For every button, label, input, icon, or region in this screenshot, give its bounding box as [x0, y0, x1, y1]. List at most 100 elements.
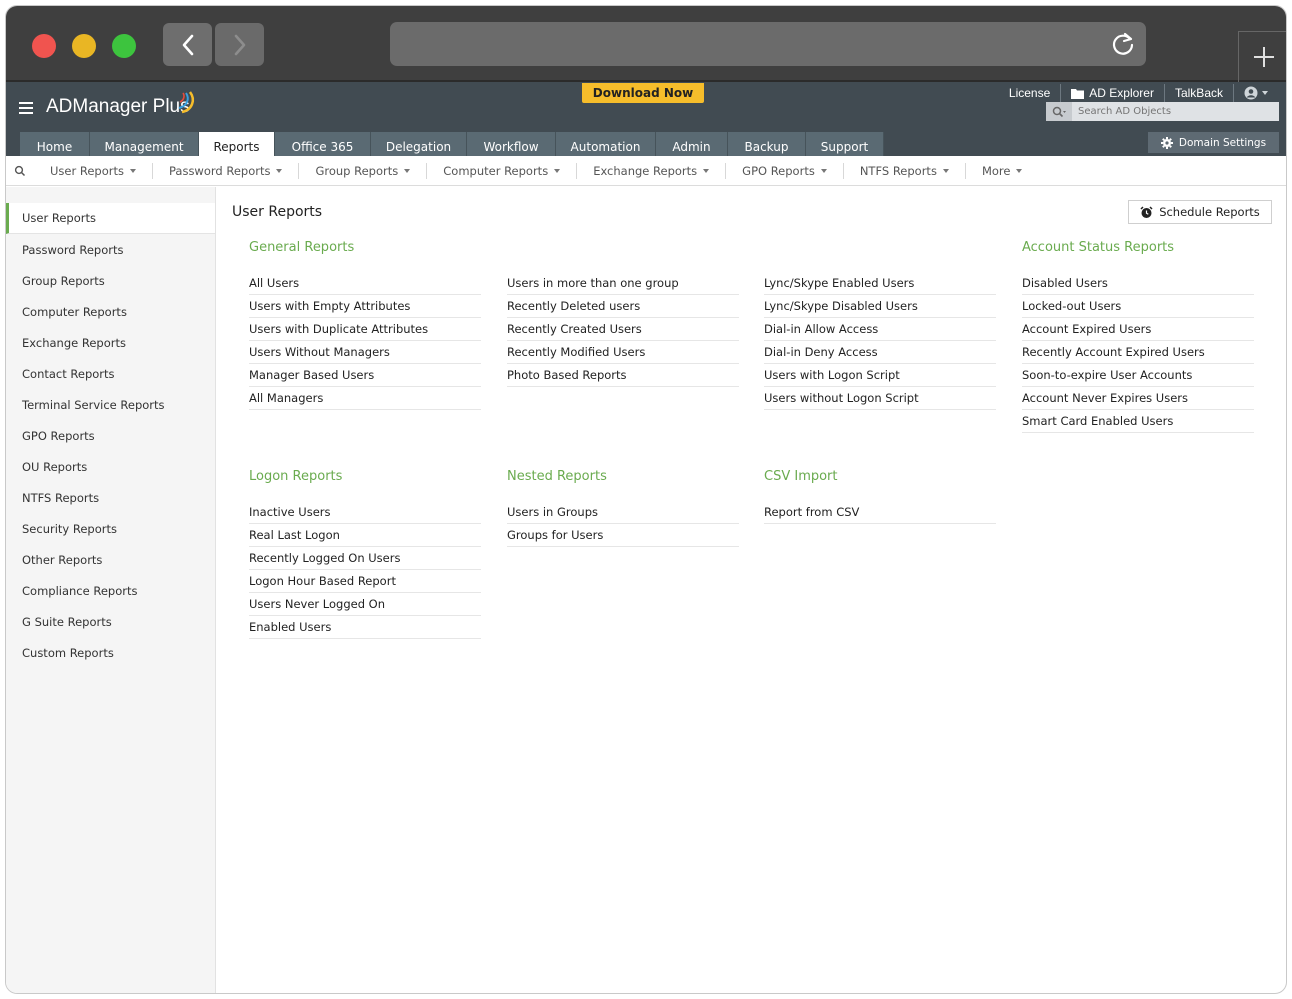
download-now-button[interactable]: Download Now — [582, 83, 704, 103]
sidebar: User Reports Password Reports Group Repo… — [6, 187, 216, 993]
report-link[interactable]: All Managers — [249, 387, 481, 410]
sidebar-item-exchange-reports[interactable]: Exchange Reports — [6, 327, 215, 358]
subnav-label: Computer Reports — [443, 163, 549, 178]
report-link[interactable]: Users without Logon Script — [764, 387, 996, 410]
report-link[interactable]: Recently Account Expired Users — [1022, 341, 1254, 364]
chevron-down-icon — [820, 168, 827, 173]
sidebar-item-ntfs-reports[interactable]: NTFS Reports — [6, 482, 215, 513]
report-link[interactable]: Users Never Logged On — [249, 593, 481, 616]
report-link[interactable]: Lync/Skype Enabled Users — [764, 272, 996, 295]
sidebar-item-user-reports[interactable]: User Reports — [6, 203, 215, 234]
subnav-group-reports[interactable]: Group Reports — [298, 162, 426, 179]
search-icon[interactable] — [6, 165, 34, 177]
license-link[interactable]: License — [999, 84, 1060, 102]
sidebar-item-password-reports[interactable]: Password Reports — [6, 234, 215, 265]
report-link[interactable]: Dial-in Deny Access — [764, 341, 996, 364]
subnav-exchange-reports[interactable]: Exchange Reports — [576, 162, 725, 179]
report-link[interactable]: Enabled Users — [249, 616, 481, 639]
sidebar-item-custom-reports[interactable]: Custom Reports — [6, 637, 215, 668]
close-window-button[interactable] — [32, 34, 56, 58]
sidebar-item-contact-reports[interactable]: Contact Reports — [6, 358, 215, 389]
app-header: ADManager Plus Download Now License AD E… — [6, 82, 1286, 161]
subnav-label: User Reports — [50, 163, 124, 178]
sidebar-item-group-reports[interactable]: Group Reports — [6, 265, 215, 296]
address-bar[interactable] — [390, 22, 1146, 66]
report-link[interactable]: Users with Duplicate Attributes — [249, 318, 481, 341]
report-link[interactable]: Recently Logged On Users — [249, 547, 481, 570]
subnav-label: Exchange Reports — [593, 163, 698, 178]
search-ad-objects — [1046, 102, 1279, 121]
subnav-label: More — [981, 163, 1011, 178]
subnav-user-reports[interactable]: User Reports — [34, 163, 152, 179]
subnav-password-reports[interactable]: Password Reports — [151, 162, 298, 179]
report-link[interactable]: Users with Logon Script — [764, 364, 996, 387]
hamburger-menu-icon[interactable] — [19, 102, 33, 117]
subnav-label: Group Reports — [315, 163, 399, 178]
report-link[interactable]: Manager Based Users — [249, 364, 481, 387]
report-link[interactable]: Smart Card Enabled Users — [1022, 410, 1254, 433]
forward-button[interactable] — [215, 23, 264, 66]
subnav-label: GPO Reports — [742, 163, 815, 178]
report-link[interactable]: Dial-in Allow Access — [764, 318, 996, 341]
report-link[interactable]: Users Without Managers — [249, 341, 481, 364]
report-link[interactable]: Locked-out Users — [1022, 295, 1254, 318]
reload-icon[interactable] — [1110, 31, 1136, 57]
report-link[interactable]: Inactive Users — [249, 501, 481, 524]
report-link[interactable]: Users in Groups — [507, 501, 739, 524]
new-tab-button[interactable] — [1238, 31, 1286, 82]
section-title: General Reports — [249, 240, 355, 255]
browser-window: ADManager Plus Download Now License AD E… — [5, 5, 1287, 994]
section-title: Nested Reports — [507, 469, 607, 484]
logon-reports-section: Logon Reports Inactive Users Real Last L… — [249, 469, 481, 639]
sidebar-item-g-suite-reports[interactable]: G Suite Reports — [6, 606, 215, 637]
app-logo: ADManager Plus — [46, 96, 190, 117]
subnav-computer-reports[interactable]: Computer Reports — [426, 162, 576, 179]
report-link[interactable]: All Users — [249, 272, 481, 295]
report-link[interactable]: Report from CSV — [764, 501, 996, 524]
ad-explorer-link[interactable]: AD Explorer — [1060, 84, 1164, 102]
report-link[interactable]: Account Expired Users — [1022, 318, 1254, 341]
schedule-reports-button[interactable]: Schedule Reports — [1128, 200, 1272, 224]
sidebar-item-computer-reports[interactable]: Computer Reports — [6, 296, 215, 327]
report-link[interactable]: Logon Hour Based Report — [249, 570, 481, 593]
subnav-gpo-reports[interactable]: GPO Reports — [725, 162, 843, 179]
sidebar-item-terminal-service-reports[interactable]: Terminal Service Reports — [6, 389, 215, 420]
talkback-link[interactable]: TalkBack — [1163, 84, 1233, 102]
chevron-down-icon — [1262, 91, 1268, 95]
chevron-down-icon — [554, 168, 561, 173]
report-link[interactable]: Recently Created Users — [507, 318, 739, 341]
sidebar-item-ou-reports[interactable]: OU Reports — [6, 451, 215, 482]
chevron-down-icon — [703, 168, 710, 173]
subnav-ntfs-reports[interactable]: NTFS Reports — [842, 162, 965, 179]
report-link[interactable]: Photo Based Reports — [507, 364, 739, 387]
domain-settings-button[interactable]: Domain Settings — [1148, 132, 1279, 153]
chevron-down-icon — [129, 168, 136, 173]
report-link[interactable]: Lync/Skype Disabled Users — [764, 295, 996, 318]
user-menu[interactable] — [1233, 84, 1278, 102]
report-link[interactable]: Recently Deleted users — [507, 295, 739, 318]
report-link[interactable]: Account Never Expires Users — [1022, 387, 1254, 410]
chevron-right-icon — [234, 34, 245, 55]
subnav-label: NTFS Reports — [859, 163, 937, 178]
search-icon[interactable] — [1046, 102, 1072, 121]
alarm-clock-icon — [1140, 205, 1153, 218]
report-link[interactable]: Users with Empty Attributes — [249, 295, 481, 318]
general-reports-column-3: Lync/Skype Enabled Users Lync/Skype Disa… — [764, 240, 996, 410]
report-link[interactable]: Soon-to-expire User Accounts — [1022, 364, 1254, 387]
report-link[interactable]: Groups for Users — [507, 524, 739, 547]
sidebar-item-compliance-reports[interactable]: Compliance Reports — [6, 575, 215, 606]
reports-subnav: User Reports Password Reports Group Repo… — [6, 156, 1286, 186]
sidebar-item-gpo-reports[interactable]: GPO Reports — [6, 420, 215, 451]
search-input[interactable] — [1072, 105, 1272, 118]
report-link[interactable]: Recently Modified Users — [507, 341, 739, 364]
report-link[interactable]: Disabled Users — [1022, 272, 1254, 295]
back-button[interactable] — [163, 23, 212, 66]
report-link[interactable]: Users in more than one group — [507, 272, 739, 295]
sidebar-item-other-reports[interactable]: Other Reports — [6, 544, 215, 575]
subnav-more[interactable]: More — [964, 162, 1039, 179]
minimize-window-button[interactable] — [72, 34, 96, 58]
schedule-reports-label: Schedule Reports — [1159, 205, 1260, 219]
maximize-window-button[interactable] — [112, 34, 136, 58]
sidebar-item-security-reports[interactable]: Security Reports — [6, 513, 215, 544]
report-link[interactable]: Real Last Logon — [249, 524, 481, 547]
